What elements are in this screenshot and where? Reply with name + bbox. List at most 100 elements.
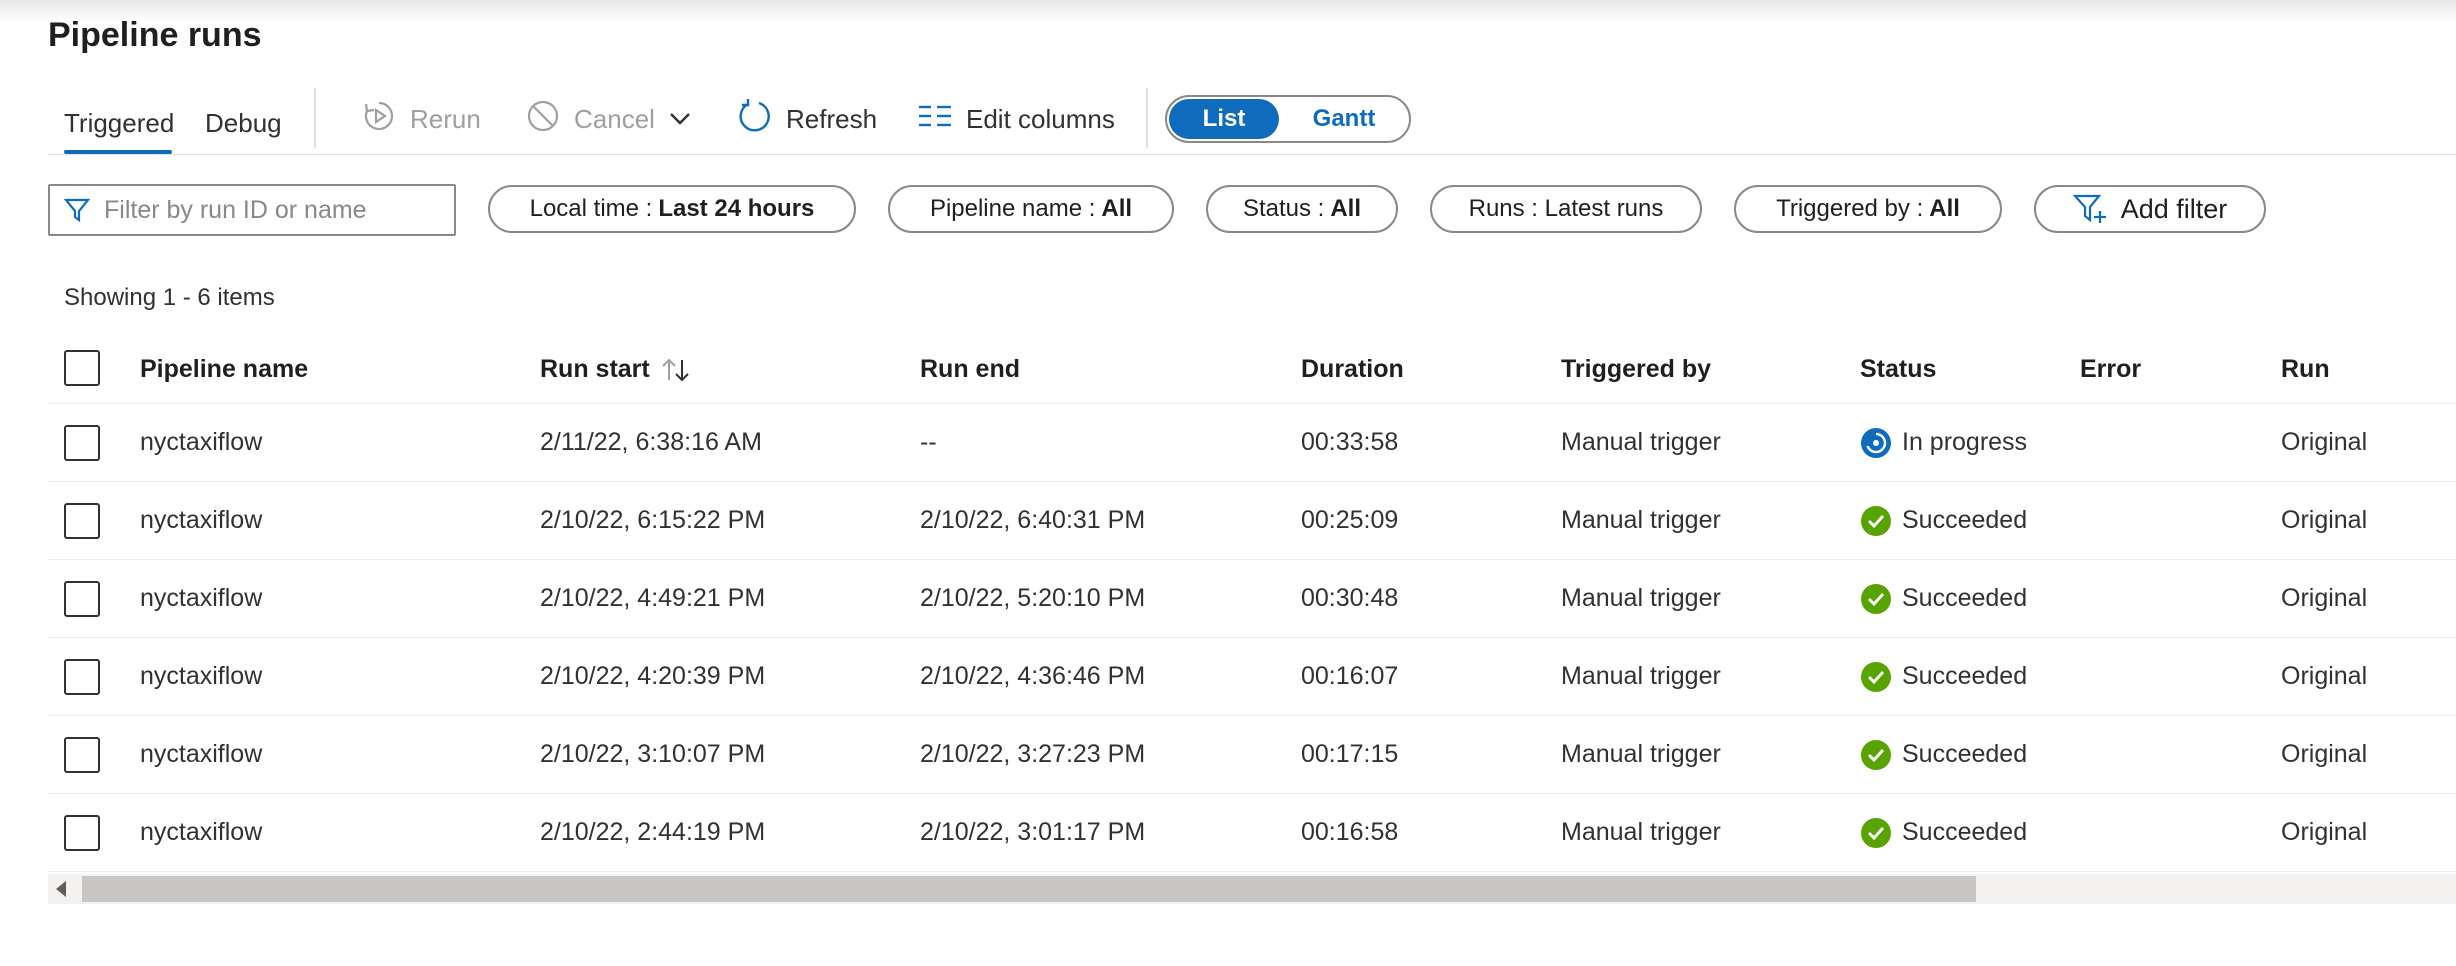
success-icon	[1860, 661, 1892, 693]
success-icon	[1860, 817, 1892, 849]
triggered-by-filter[interactable]: Triggered by : All	[1734, 185, 2002, 233]
run-start-cell: 2/10/22, 4:20:39 PM	[540, 662, 766, 690]
refresh-label: Refresh	[786, 103, 878, 134]
gantt-view-option[interactable]: Gantt	[1283, 99, 1405, 139]
cancel-label: Cancel	[574, 103, 655, 134]
status-filter[interactable]: Status : All	[1206, 185, 1398, 233]
horizontal-scrollbar[interactable]	[48, 874, 2456, 904]
tab-debug[interactable]: Debug	[205, 108, 282, 139]
pipeline-name-link[interactable]: nyctaxiflow	[140, 404, 262, 481]
run-end-cell: 2/10/22, 5:20:10 PM	[920, 584, 1146, 612]
table-row[interactable]: nyctaxiflow 2/11/22, 6:38:16 AM -- 00:33…	[48, 404, 2456, 482]
triggered-by-cell: Manual trigger	[1561, 584, 1721, 612]
local-time-filter[interactable]: Local time : Last 24 hours	[488, 185, 856, 233]
row-checkbox[interactable]	[64, 737, 100, 773]
column-header-run-start[interactable]: Run start	[540, 336, 692, 403]
status-label: Succeeded	[1902, 584, 2028, 612]
triggered-by-filter-label: Triggered by :	[1776, 195, 1924, 222]
items-count: Showing 1 - 6 items	[64, 284, 275, 311]
local-time-filter-label: Local time :	[529, 195, 653, 222]
column-header-run-end[interactable]: Run end	[920, 336, 1020, 403]
triggered-by-cell: Manual trigger	[1561, 428, 1721, 456]
success-icon	[1860, 505, 1892, 537]
refresh-button[interactable]: Refresh	[738, 98, 877, 140]
status-label: Succeeded	[1902, 662, 2028, 690]
top-shadow	[0, 0, 2456, 22]
status-cell: In progress	[1860, 404, 2027, 481]
pipeline-name-link[interactable]: nyctaxiflow	[140, 560, 262, 637]
column-header-status[interactable]: Status	[1860, 336, 1936, 403]
list-view-option[interactable]: List	[1169, 99, 1279, 139]
triggered-by-cell: Manual trigger	[1561, 506, 1721, 534]
rerun-button[interactable]: Rerun	[362, 98, 481, 140]
status-label: Succeeded	[1902, 740, 2028, 768]
status-label: Succeeded	[1902, 818, 2028, 846]
run-end-cell: 2/10/22, 4:36:46 PM	[920, 662, 1146, 690]
search-input[interactable]	[104, 195, 444, 225]
toolbar-divider	[314, 88, 316, 148]
column-header-run[interactable]: Run	[2281, 336, 2330, 403]
pipeline-name-filter[interactable]: Pipeline name : All	[888, 185, 1174, 233]
column-header-triggered-by[interactable]: Triggered by	[1561, 336, 1711, 403]
run-filter-search	[48, 184, 456, 236]
pipeline-name-link[interactable]: nyctaxiflow	[140, 794, 262, 871]
status-label: In progress	[1902, 428, 2028, 456]
edit-columns-label: Edit columns	[966, 103, 1115, 134]
duration-cell: 00:17:15	[1301, 740, 1399, 768]
edit-columns-button[interactable]: Edit columns	[918, 98, 1115, 140]
add-filter-button[interactable]: Add filter	[2034, 185, 2266, 233]
run-start-cell: 2/10/22, 4:49:21 PM	[540, 584, 766, 612]
rerun-icon	[362, 99, 410, 140]
view-toggle: List Gantt	[1165, 95, 1411, 143]
table-row[interactable]: nyctaxiflow 2/10/22, 4:49:21 PM 2/10/22,…	[48, 560, 2456, 638]
runs-filter-label: Runs : Latest runs	[1468, 195, 1664, 222]
pipeline-name-filter-value: All	[1101, 195, 1133, 222]
scrollbar-thumb[interactable]	[82, 876, 1976, 902]
run-start-header-label: Run start	[540, 355, 650, 383]
runs-filter[interactable]: Runs : Latest runs	[1430, 185, 1702, 233]
cancel-button[interactable]: Cancel	[526, 98, 705, 140]
row-checkbox[interactable]	[64, 659, 100, 695]
toolbar-divider-line	[48, 154, 2456, 155]
pipeline-name-filter-label: Pipeline name :	[929, 195, 1096, 222]
column-header-error[interactable]: Error	[2080, 336, 2141, 403]
chevron-down-icon[interactable]	[669, 112, 705, 126]
column-header-pipeline-name[interactable]: Pipeline name	[140, 336, 308, 403]
status-filter-label: Status :	[1242, 195, 1325, 222]
in-progress-icon	[1860, 427, 1892, 459]
table-row[interactable]: nyctaxiflow 2/10/22, 3:10:07 PM 2/10/22,…	[48, 716, 2456, 794]
sort-icon[interactable]	[660, 357, 692, 383]
status-label: Succeeded	[1902, 506, 2028, 534]
add-filter-icon	[2072, 193, 2121, 225]
select-all-checkbox[interactable]	[64, 350, 100, 386]
run-start-cell: 2/11/22, 6:38:16 AM	[540, 428, 762, 456]
tab-triggered[interactable]: Triggered	[64, 108, 174, 139]
triggered-by-cell: Manual trigger	[1561, 662, 1721, 690]
pipeline-name-link[interactable]: nyctaxiflow	[140, 638, 262, 715]
run-start-cell: 2/10/22, 6:15:22 PM	[540, 506, 766, 534]
table-row[interactable]: nyctaxiflow 2/10/22, 4:20:39 PM 2/10/22,…	[48, 638, 2456, 716]
status-cell: Succeeded	[1860, 638, 2027, 715]
status-cell: Succeeded	[1860, 794, 2027, 871]
row-checkbox[interactable]	[64, 503, 100, 539]
cancel-icon	[526, 99, 574, 140]
row-checkbox[interactable]	[64, 425, 100, 461]
table-row[interactable]: nyctaxiflow 2/10/22, 6:15:22 PM 2/10/22,…	[48, 482, 2456, 560]
run-cell: Original	[2281, 818, 2368, 846]
table-row[interactable]: nyctaxiflow 2/10/22, 2:44:19 PM 2/10/22,…	[48, 794, 2456, 872]
column-header-duration[interactable]: Duration	[1301, 336, 1404, 403]
run-cell: Original	[2281, 662, 2368, 690]
status-filter-value: All	[1330, 195, 1362, 222]
pipeline-name-link[interactable]: nyctaxiflow	[140, 482, 262, 559]
run-cell: Original	[2281, 428, 2368, 456]
edit-columns-icon	[918, 102, 966, 137]
run-cell: Original	[2281, 584, 2368, 612]
row-checkbox[interactable]	[64, 815, 100, 851]
run-start-cell: 2/10/22, 3:10:07 PM	[540, 740, 766, 768]
page-title: Pipeline runs	[48, 16, 262, 54]
pipeline-name-link[interactable]: nyctaxiflow	[140, 716, 262, 793]
row-checkbox[interactable]	[64, 581, 100, 617]
run-cell: Original	[2281, 740, 2368, 768]
filter-icon	[64, 197, 90, 223]
scroll-left-arrow-icon[interactable]	[56, 881, 66, 897]
